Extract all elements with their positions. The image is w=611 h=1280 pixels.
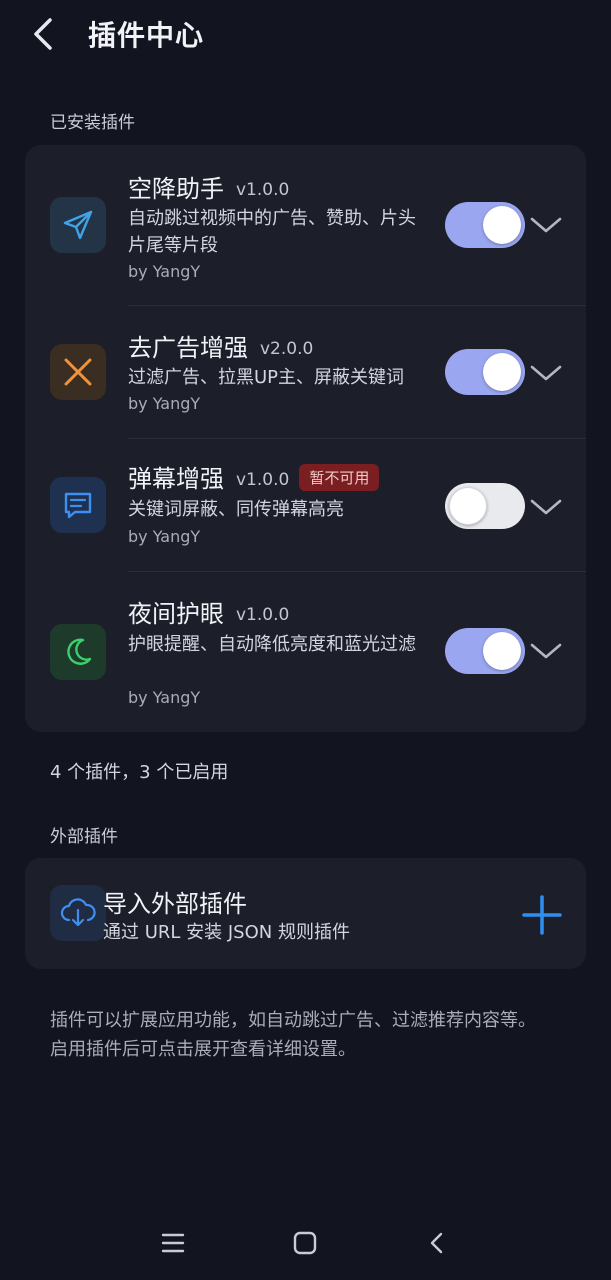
home-button[interactable] bbox=[288, 1226, 322, 1260]
plugin-description: 关键词屏蔽、同传弹幕高亮 bbox=[128, 499, 344, 520]
page-title: 插件中心 bbox=[88, 19, 205, 52]
info-note-line-2: 启用插件后可点击展开查看详细设置。 bbox=[50, 1039, 356, 1060]
plugin-description: 自动跳过视频中的广告、赞助、片头片尾等片段 bbox=[128, 208, 416, 256]
plugin-summary: 4 个插件，3 个已启用 bbox=[50, 762, 229, 783]
unavailable-badge: 暂不可用 bbox=[299, 464, 380, 491]
plugin-row-skip-helper[interactable]: 空降助手 v1.0.0 自动跳过视频中的广告、赞助、片头片尾等片段 by Yang… bbox=[25, 145, 586, 305]
square-icon bbox=[293, 1231, 317, 1255]
plugin-toggle-ad-block[interactable] bbox=[445, 349, 525, 395]
toggle-knob bbox=[483, 206, 521, 244]
import-plugin-title: 导入外部插件 bbox=[103, 890, 247, 918]
plugin-name: 去广告增强 v2.0.0 bbox=[128, 334, 314, 362]
recent-apps-button[interactable] bbox=[156, 1226, 190, 1260]
toggle-knob bbox=[483, 632, 521, 670]
add-plugin-button[interactable] bbox=[520, 893, 564, 937]
back-button[interactable] bbox=[28, 14, 60, 54]
plugin-name: 弹幕增强 v1.0.0 暂不可用 bbox=[128, 459, 380, 494]
close-x-icon bbox=[50, 344, 106, 400]
system-back-button[interactable] bbox=[420, 1226, 454, 1260]
plugin-author: by YangY bbox=[128, 262, 201, 281]
chevron-down-icon[interactable] bbox=[528, 639, 564, 663]
plugin-author: by YangY bbox=[128, 394, 201, 413]
plugin-row-ad-block[interactable]: 去广告增强 v2.0.0 过滤广告、拉黑UP主、屏蔽关键词 by YangY bbox=[25, 306, 586, 438]
toggle-knob bbox=[449, 487, 487, 525]
chevron-down-icon[interactable] bbox=[528, 213, 564, 237]
plugin-description: 护眼提醒、自动降低亮度和蓝光过滤 bbox=[128, 634, 416, 655]
plus-icon bbox=[522, 895, 562, 935]
plugin-version: v1.0.0 bbox=[236, 180, 290, 200]
section-title-external: 外部插件 bbox=[50, 827, 118, 847]
plugin-name: 夜间护眼 v1.0.0 bbox=[128, 600, 290, 628]
chevron-down-icon[interactable] bbox=[528, 361, 564, 385]
moon-icon bbox=[50, 624, 106, 680]
plugin-author: by YangY bbox=[128, 688, 201, 707]
installed-plugins-card: 空降助手 v1.0.0 自动跳过视频中的广告、赞助、片头片尾等片段 by Yang… bbox=[25, 145, 586, 732]
toggle-knob bbox=[483, 353, 521, 391]
plugin-author: by YangY bbox=[128, 527, 201, 546]
info-note: 插件可以扩展应用功能，如自动跳过广告、过滤推荐内容等。 启用插件后可点击展开查看… bbox=[50, 1006, 550, 1064]
plugin-description: 过滤广告、拉黑UP主、屏蔽关键词 bbox=[128, 367, 405, 388]
cloud-download-icon bbox=[50, 885, 106, 941]
chevron-left-icon bbox=[430, 1232, 443, 1254]
plugin-toggle-skip-helper[interactable] bbox=[445, 202, 525, 248]
plugin-version: v2.0.0 bbox=[260, 339, 314, 359]
section-title-installed: 已安装插件 bbox=[50, 113, 135, 133]
plugin-row-night-mode[interactable]: 夜间护眼 v1.0.0 护眼提醒、自动降低亮度和蓝光过滤 by YangY bbox=[25, 572, 586, 732]
plugin-name: 空降助手 v1.0.0 bbox=[128, 175, 290, 203]
system-navigation-bar bbox=[0, 1210, 611, 1276]
paper-plane-icon bbox=[50, 197, 106, 253]
chevron-left-icon bbox=[34, 18, 52, 50]
app-header: 插件中心 bbox=[0, 0, 611, 70]
plugin-version: v1.0.0 bbox=[236, 605, 290, 625]
plugin-row-danmaku[interactable]: 弹幕增强 v1.0.0 暂不可用 关键词屏蔽、同传弹幕高亮 by YangY bbox=[25, 439, 586, 571]
chevron-down-icon[interactable] bbox=[528, 495, 564, 519]
plugin-toggle-danmaku[interactable] bbox=[445, 483, 525, 529]
plugin-toggle-night-mode[interactable] bbox=[445, 628, 525, 674]
menu-icon bbox=[161, 1233, 185, 1253]
import-plugin-description: 通过 URL 安装 JSON 规则插件 bbox=[103, 922, 350, 943]
plugin-version: v1.0.0 bbox=[236, 470, 290, 490]
chat-bubble-icon bbox=[50, 477, 106, 533]
info-note-line-1: 插件可以扩展应用功能，如自动跳过广告、过滤推荐内容等。 bbox=[50, 1010, 536, 1031]
